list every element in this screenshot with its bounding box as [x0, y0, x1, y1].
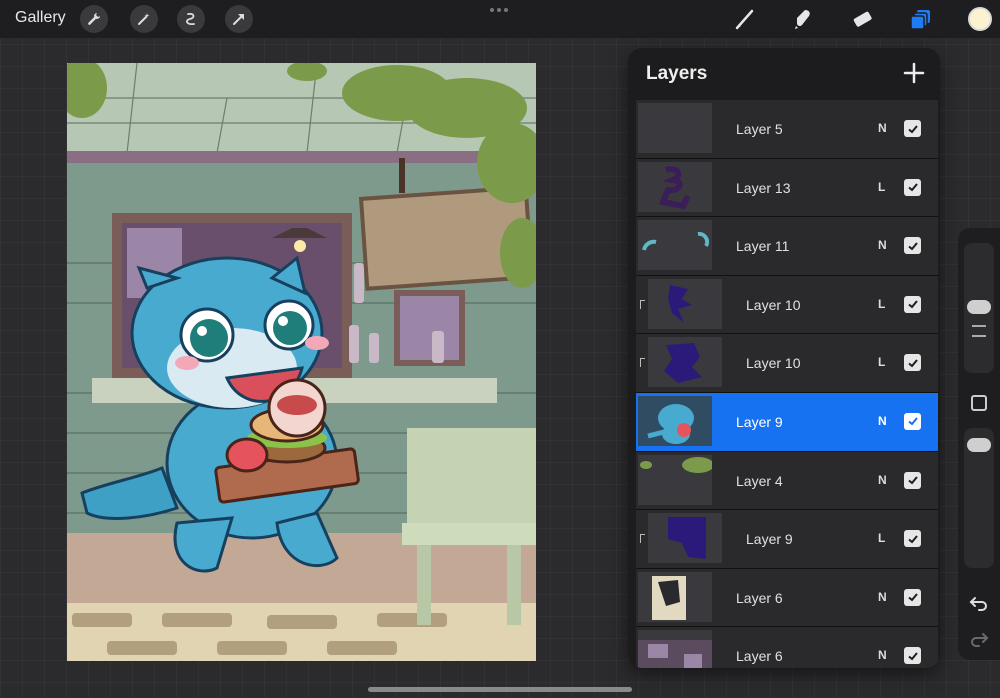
- layer-thumbnail: [638, 220, 712, 271]
- blend-mode[interactable]: L: [878, 180, 885, 194]
- layer-name: Layer 4: [736, 472, 783, 489]
- eraser-icon[interactable]: [849, 6, 875, 32]
- visibility-checkbox[interactable]: [904, 178, 921, 196]
- visibility-checkbox[interactable]: [904, 295, 921, 313]
- layer-name: Layer 9: [746, 531, 793, 548]
- blend-mode[interactable]: N: [878, 590, 887, 604]
- opacity-knob[interactable]: [967, 438, 991, 452]
- brush-size-knob[interactable]: [967, 300, 991, 314]
- magic-wand-icon[interactable]: [130, 5, 158, 33]
- blend-mode[interactable]: N: [878, 121, 887, 135]
- gallery-button[interactable]: Gallery: [15, 9, 66, 27]
- visibility-checkbox[interactable]: [904, 412, 921, 430]
- layer-name: Layer 5: [736, 121, 783, 137]
- blend-mode[interactable]: L: [878, 297, 885, 311]
- layer-thumbnail: [638, 161, 712, 212]
- layer-name: Layer 10: [746, 355, 801, 372]
- layer-row[interactable]: Layer 13 L: [636, 158, 938, 218]
- opacity-slider[interactable]: [964, 428, 994, 568]
- layer-thumbnail: [648, 278, 722, 329]
- selection-icon[interactable]: [177, 5, 205, 33]
- visibility-checkbox[interactable]: [904, 588, 921, 606]
- layer-row[interactable]: Layer 4 N: [636, 451, 938, 511]
- brush-icon[interactable]: [732, 6, 758, 32]
- blend-mode[interactable]: L: [878, 355, 885, 369]
- transform-arrow-icon[interactable]: [225, 5, 253, 33]
- layers-icon[interactable]: [908, 6, 934, 32]
- blend-mode[interactable]: N: [878, 414, 887, 428]
- modify-square-icon[interactable]: [971, 395, 987, 411]
- canvas-artwork[interactable]: [67, 63, 536, 661]
- layer-row[interactable]: Layer 11 N: [636, 217, 938, 276]
- wrench-icon[interactable]: [80, 5, 108, 33]
- layer-thumbnail: [638, 395, 712, 446]
- visibility-checkbox[interactable]: [904, 530, 921, 548]
- right-sidebar: [958, 228, 1000, 660]
- layer-name: Layer 9: [736, 413, 783, 430]
- redo-icon[interactable]: [969, 630, 989, 648]
- brush-size-slider[interactable]: [964, 243, 994, 373]
- layer-thumbnail: [638, 454, 712, 505]
- visibility-checkbox[interactable]: [904, 471, 921, 489]
- layer-name: Layer 6: [736, 589, 783, 606]
- layers-title: Layers: [646, 63, 708, 84]
- clipping-mask-icon: [640, 299, 645, 309]
- layer-row[interactable]: Layer 9 L: [636, 510, 938, 569]
- layer-thumbnail: [638, 103, 712, 153]
- layer-name: Layer 11: [736, 238, 790, 255]
- layer-thumbnail: [648, 337, 722, 388]
- visibility-checkbox[interactable]: [904, 120, 921, 137]
- blend-mode[interactable]: N: [878, 648, 887, 662]
- color-swatch[interactable]: [968, 7, 992, 31]
- layer-name: Layer 6: [736, 648, 783, 665]
- top-toolbar: Gallery: [0, 0, 1000, 38]
- layer-row-selected[interactable]: Layer 9 N: [636, 392, 938, 452]
- plus-icon[interactable]: [902, 61, 926, 85]
- layer-name: Layer 10: [746, 296, 801, 313]
- layer-thumbnail: [638, 571, 712, 622]
- visibility-checkbox[interactable]: [904, 647, 921, 665]
- layer-row[interactable]: Layer 6 N: [636, 627, 938, 668]
- visibility-checkbox[interactable]: [904, 237, 921, 255]
- undo-icon[interactable]: [969, 594, 989, 612]
- layers-panel: Layers Layer 5 N Layer 13 L Layer 11 N L…: [628, 48, 940, 668]
- divider-line: [972, 325, 986, 327]
- layer-thumbnail: [638, 630, 712, 668]
- layer-thumbnail: [648, 513, 722, 564]
- smudge-icon[interactable]: [790, 6, 816, 32]
- layer-name: Layer 13: [736, 179, 791, 196]
- blend-mode[interactable]: L: [878, 531, 885, 545]
- drag-handle[interactable]: [490, 8, 508, 12]
- layer-row[interactable]: Layer 10 L: [636, 275, 938, 335]
- layer-row[interactable]: Layer 5 N: [636, 100, 938, 159]
- blend-mode[interactable]: N: [878, 238, 887, 252]
- layer-row[interactable]: Layer 10 L: [636, 334, 938, 393]
- divider-line: [972, 335, 986, 337]
- home-indicator[interactable]: [368, 687, 632, 692]
- clipping-mask-icon: [640, 358, 645, 368]
- visibility-checkbox[interactable]: [904, 354, 921, 372]
- blend-mode[interactable]: N: [878, 473, 887, 487]
- layer-list: Layer 5 N Layer 13 L Layer 11 N Layer 10…: [636, 100, 938, 668]
- layer-row[interactable]: Layer 6 N: [636, 568, 938, 628]
- clipping-mask-icon: [640, 534, 645, 544]
